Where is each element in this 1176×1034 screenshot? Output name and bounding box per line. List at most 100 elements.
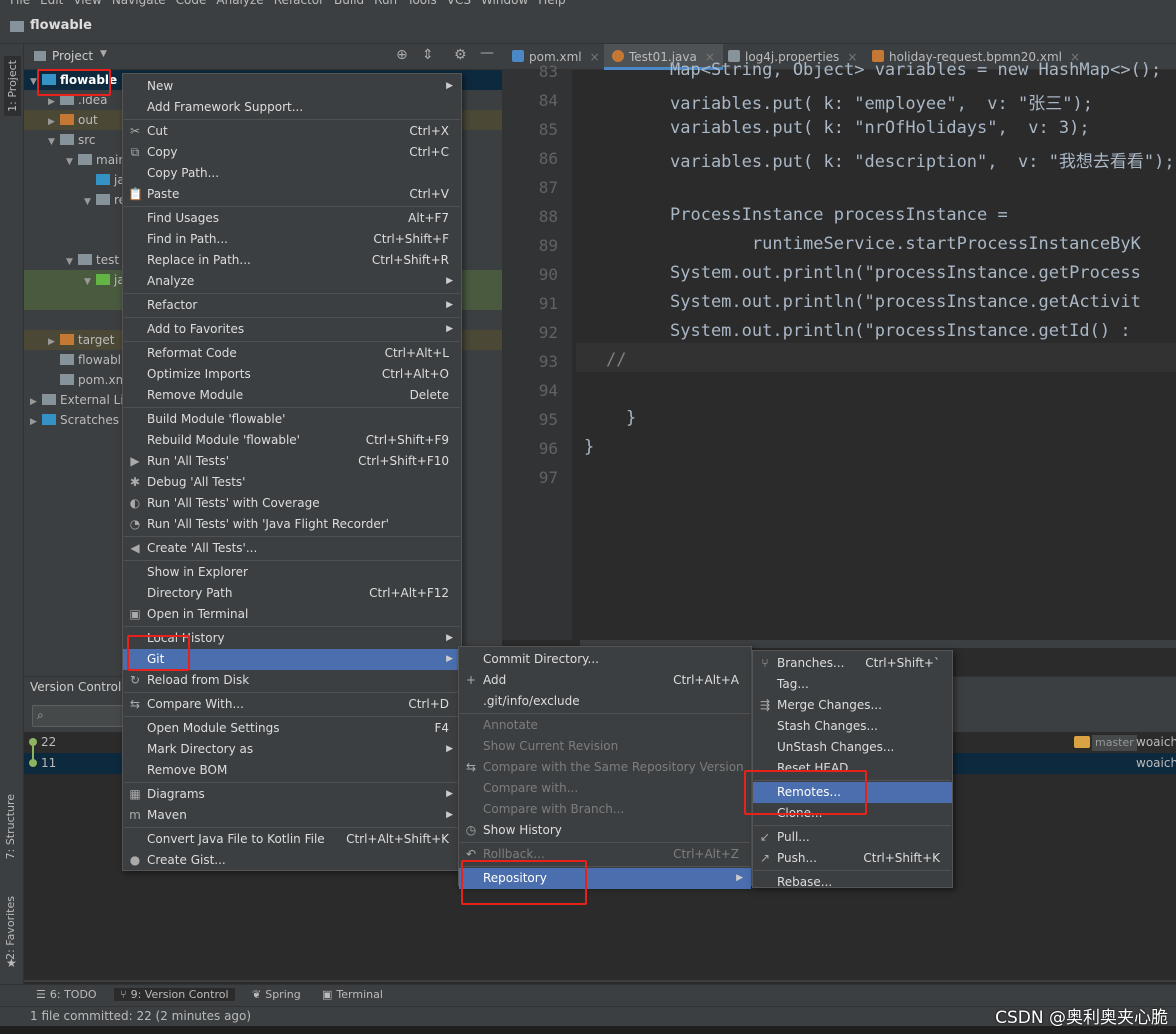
code-line[interactable]: }	[584, 437, 594, 457]
menu-item-create-all-tests[interactable]: ◀ Create 'All Tests'...	[123, 538, 461, 559]
menu-item-tag[interactable]: Tag...	[753, 674, 952, 695]
menu-navigate[interactable]: Navigate	[112, 0, 166, 7]
expand-arrow-icon[interactable]: ▶	[30, 412, 42, 432]
menu-item-optimize-imports[interactable]: Optimize Imports Ctrl+Alt+O	[123, 364, 461, 385]
locate-icon[interactable]: ⊕	[396, 47, 408, 63]
menu-item-find-usages[interactable]: Find Usages Alt+F7	[123, 208, 461, 229]
menu-analyze[interactable]: Analyze	[216, 0, 263, 7]
menu-code[interactable]: Code	[176, 0, 207, 7]
code-line[interactable]: }	[626, 408, 636, 428]
menu-item-copy-path[interactable]: Copy Path...	[123, 163, 461, 184]
menu-item-show-in-explorer[interactable]: Show in Explorer	[123, 562, 461, 583]
menu-item-analyze[interactable]: Analyze ▶	[123, 271, 461, 292]
menu-item-push[interactable]: ↗ Push... Ctrl+Shift+K	[753, 848, 952, 869]
menu-item-compare-with-branch[interactable]: Compare with Branch...	[459, 799, 751, 820]
code-line[interactable]: runtimeService.startProcessInstanceByK	[670, 234, 1141, 254]
menu-item-show-history[interactable]: ◷ Show History	[459, 820, 751, 841]
menu-file[interactable]: File	[10, 0, 30, 7]
gear-icon[interactable]: ⚙	[454, 47, 467, 63]
menu-item-add-to-favorites[interactable]: Add to Favorites ▶	[123, 319, 461, 340]
menu-item-show-current-revision[interactable]: Show Current Revision	[459, 736, 751, 757]
collapse-icon[interactable]: ⇕	[422, 47, 434, 63]
dropdown-icon[interactable]: ▼	[100, 49, 107, 59]
close-icon[interactable]: ×	[590, 50, 600, 64]
expand-arrow-icon[interactable]: ▼	[66, 252, 78, 272]
code-line[interactable]: variables.put( k: "nrOfHolidays", v: 3);	[670, 118, 1090, 138]
menu-item-add[interactable]: + Add Ctrl+Alt+A	[459, 670, 751, 691]
menu-item-compare-with[interactable]: Compare with...	[459, 778, 751, 799]
menu-item-create-gist[interactable]: ● Create Gist...	[123, 850, 461, 871]
menu-edit[interactable]: Edit	[40, 0, 63, 7]
menu-item-pull[interactable]: ↙ Pull...	[753, 827, 952, 848]
tool-tab[interactable]: ⑂ 9: Version Control	[114, 988, 235, 1001]
expand-arrow-icon[interactable]: ▶	[48, 332, 60, 352]
menu-item-annotate[interactable]: Annotate	[459, 715, 751, 736]
menu-item-find-in-path[interactable]: Find in Path... Ctrl+Shift+F	[123, 229, 461, 250]
menu-item-paste[interactable]: 📋 Paste Ctrl+V	[123, 184, 461, 205]
menu-help[interactable]: Help	[538, 0, 565, 7]
menu-item-run-all-tests-with-coverage[interactable]: ◐ Run 'All Tests' with Coverage	[123, 493, 461, 514]
menu-item-remove-bom[interactable]: Remove BOM	[123, 760, 461, 781]
menu-item-refactor[interactable]: Refactor ▶	[123, 295, 461, 316]
menu-item-stash-changes[interactable]: Stash Changes...	[753, 716, 952, 737]
menu-item-git-info-exclude[interactable]: .git/info/exclude	[459, 691, 751, 712]
code-line[interactable]: Map<String, Object> variables = new Hash…	[670, 60, 1161, 80]
expand-arrow-icon[interactable]: ▶	[48, 112, 60, 132]
menu-item-run-all-tests-with-java-flight-recorder[interactable]: ◔ Run 'All Tests' with 'Java Flight Recor…	[123, 514, 461, 535]
expand-arrow-icon[interactable]: ▼	[48, 132, 60, 152]
expand-arrow-icon[interactable]: ▼	[66, 152, 78, 172]
tool-tab[interactable]: ▣ Terminal	[322, 988, 383, 1001]
menu-item-maven[interactable]: m Maven ▶	[123, 805, 461, 826]
menu-item-compare-with-the-same-repository-version[interactable]: ⇆ Compare with the Same Repository Versio…	[459, 757, 751, 778]
menu-item-compare-with[interactable]: ⇆ Compare With... Ctrl+D	[123, 694, 461, 715]
vc-search-input[interactable]: ⌕	[32, 705, 124, 727]
menu-item-copy[interactable]: ⧉ Copy Ctrl+C	[123, 142, 461, 163]
tab-favorites[interactable]: 2: Favorites	[4, 896, 17, 960]
menu-item-replace-in-path[interactable]: Replace in Path... Ctrl+Shift+R	[123, 250, 461, 271]
expand-arrow-icon[interactable]: ▼	[84, 272, 96, 292]
menu-item-cut[interactable]: ✂ Cut Ctrl+X	[123, 121, 461, 142]
project-panel-title[interactable]: Project	[52, 49, 93, 63]
menu-item-unstash-changes[interactable]: UnStash Changes...	[753, 737, 952, 758]
menu-item-directory-path[interactable]: Directory Path Ctrl+Alt+F12	[123, 583, 461, 604]
code-line[interactable]: System.out.println("processInstance.getI…	[670, 321, 1131, 341]
menu-tools[interactable]: Tools	[407, 0, 437, 7]
menu-item-commit-directory[interactable]: Commit Directory...	[459, 649, 751, 670]
expand-arrow-icon[interactable]: ▶	[30, 392, 42, 412]
menu-item-convert-java-file-to-kotlin-file[interactable]: Convert Java File to Kotlin File Ctrl+Alt…	[123, 829, 461, 850]
menu-item-open-in-terminal[interactable]: ▣ Open in Terminal	[123, 604, 461, 625]
menu-view[interactable]: View	[73, 0, 101, 7]
menu-item-new[interactable]: New ▶	[123, 76, 461, 97]
code-line[interactable]: //	[606, 350, 626, 370]
hide-icon[interactable]: —	[480, 45, 494, 61]
menu-item-reload-from-disk[interactable]: ↻ Reload from Disk	[123, 670, 461, 691]
menu-item-branches[interactable]: ⑂ Branches... Ctrl+Shift+`	[753, 653, 952, 674]
code-line[interactable]: System.out.println("processInstance.getP…	[670, 263, 1141, 283]
menu-item-build-module-flowable[interactable]: Build Module 'flowable'	[123, 409, 461, 430]
menu-item-rebuild-module-flowable[interactable]: Rebuild Module 'flowable' Ctrl+Shift+F9	[123, 430, 461, 451]
menu-item-add-framework-support[interactable]: Add Framework Support...	[123, 97, 461, 118]
menu-item-mark-directory-as[interactable]: Mark Directory as ▶	[123, 739, 461, 760]
menu-refactor[interactable]: Refactor	[274, 0, 324, 7]
menu-item-run-all-tests[interactable]: ▶ Run 'All Tests' Ctrl+Shift+F10	[123, 451, 461, 472]
tab-structure[interactable]: 7: Structure	[4, 794, 17, 859]
tool-tab[interactable]: ☰ 6: TODO	[36, 988, 97, 1001]
menu-item-remove-module[interactable]: Remove Module Delete	[123, 385, 461, 406]
menu-item-reformat-code[interactable]: Reformat Code Ctrl+Alt+L	[123, 343, 461, 364]
menu-item-diagrams[interactable]: ▦ Diagrams ▶	[123, 784, 461, 805]
menu-item-open-module-settings[interactable]: Open Module Settings F4	[123, 718, 461, 739]
menu-build[interactable]: Build	[334, 0, 364, 7]
code-line[interactable]: ProcessInstance processInstance =	[670, 205, 1008, 225]
menu-window[interactable]: Window	[481, 0, 528, 7]
tool-tab[interactable]: ❦ Spring	[252, 988, 301, 1001]
menu-run[interactable]: Run	[374, 0, 397, 7]
expand-arrow-icon[interactable]: ▼	[84, 192, 96, 212]
code-line[interactable]: System.out.println("processInstance.getA…	[670, 292, 1141, 312]
menu-item-merge-changes[interactable]: ⇶ Merge Changes...	[753, 695, 952, 716]
tab-project[interactable]: 1: Project	[4, 56, 21, 116]
menu-item-rebase[interactable]: Rebase...	[753, 872, 952, 893]
code-line[interactable]: variables.put( k: "employee", v: "张三");	[670, 89, 1093, 114]
menu-item-debug-all-tests[interactable]: ✱ Debug 'All Tests'	[123, 472, 461, 493]
code-line[interactable]: variables.put( k: "description", v: "我想去…	[670, 147, 1175, 172]
menu-vcs[interactable]: VCS	[447, 0, 471, 7]
